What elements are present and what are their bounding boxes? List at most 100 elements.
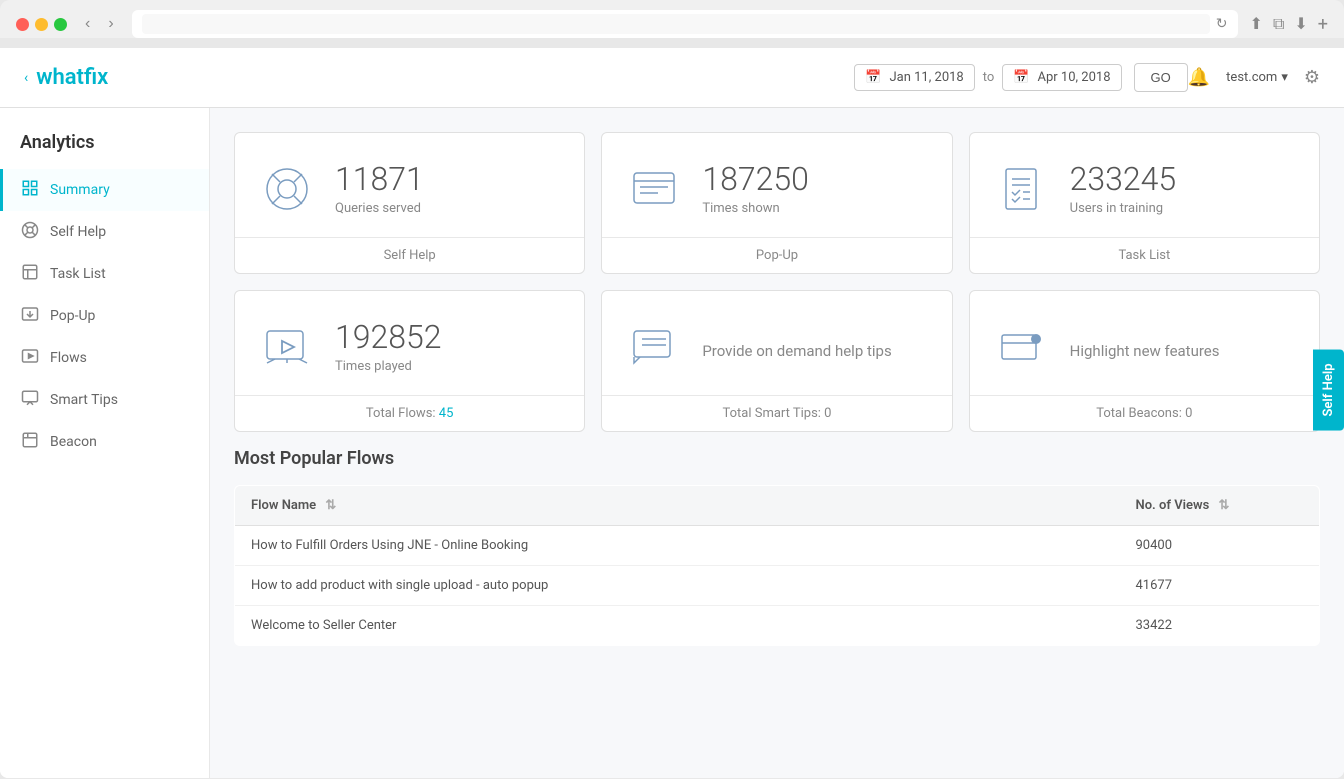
url-input[interactable] [142, 14, 1210, 34]
lifebuoy-icon [259, 161, 315, 217]
checklist-icon [994, 161, 1050, 217]
main-content: 11871 Queries served Self Help [210, 108, 1344, 778]
sidebar-item-self-help[interactable]: Self Help [0, 211, 209, 253]
date-from-input[interactable]: 📅 Jan 11, 2018 [854, 64, 974, 91]
col-views[interactable]: No. of Views ⇅ [1120, 486, 1320, 526]
browser-chrome: ‹ › ↻ ⬆ ⧉ ⬇ + [0, 0, 1344, 38]
settings-icon[interactable]: ⚙ [1304, 67, 1320, 88]
total-flows-link[interactable]: 45 [439, 406, 454, 421]
tabs-icon[interactable]: ⧉ [1273, 14, 1284, 35]
sidebar-item-beacon[interactable]: Beacon [0, 421, 209, 463]
popular-flows-title: Most Popular Flows [234, 448, 1320, 469]
stat-card-flows: 192852 Times played Total Flows: 45 [234, 290, 585, 432]
forward-button[interactable]: › [102, 11, 119, 37]
date-from-value: Jan 11, 2018 [889, 70, 963, 85]
back-button[interactable]: ‹ [79, 11, 96, 37]
stat-footer-flows: Total Flows: 45 [235, 395, 584, 431]
date-to-input[interactable]: 📅 Apr 10, 2018 [1002, 64, 1121, 91]
task-list-icon [20, 263, 40, 285]
stat-card-body-self-help: 11871 Queries served [235, 133, 584, 237]
address-bar[interactable]: ↻ [132, 10, 1238, 38]
user-dropdown-icon: ▾ [1281, 70, 1288, 85]
stat-card-body-smart-tips: Provide on demand help tips [602, 291, 951, 395]
col-flow-name[interactable]: Flow Name ⇅ [235, 486, 1120, 526]
download-icon[interactable]: ⬇ [1294, 14, 1307, 35]
stat-card-task-list: 233245 Users in training Task List [969, 132, 1320, 274]
stat-info-flows: 192852 Times played [335, 320, 560, 374]
stats-grid: 11871 Queries served Self Help [234, 132, 1320, 432]
stat-card-self-help: 11871 Queries served Self Help [234, 132, 585, 274]
flow-views-cell: 41677 [1120, 566, 1320, 606]
self-help-icon [20, 221, 40, 243]
sidebar-item-label-smart-tips: Smart Tips [50, 392, 118, 408]
sidebar-item-summary[interactable]: Summary [0, 169, 209, 211]
stat-info-task-list: 233245 Users in training [1070, 162, 1295, 216]
flow-views-cell: 90400 [1120, 526, 1320, 566]
date-separator: to [983, 70, 995, 85]
sort-views-icon[interactable]: ⇅ [1219, 498, 1230, 513]
sidebar-item-smart-tips[interactable]: Smart Tips [0, 379, 209, 421]
sidebar-item-label-popup: Pop-Up [50, 308, 95, 324]
stat-number-task-list: 233245 [1070, 162, 1295, 197]
stat-text-smart-tips: Provide on demand help tips [702, 342, 927, 360]
sidebar-item-label-beacon: Beacon [50, 434, 97, 450]
chat-icon [626, 319, 682, 375]
popup-icon [20, 305, 40, 327]
user-dropdown[interactable]: test.com ▾ [1226, 70, 1288, 85]
summary-icon [20, 179, 40, 201]
col-views-label: No. of Views [1136, 498, 1210, 513]
stat-card-beacon: Highlight new features Total Beacons: 0 [969, 290, 1320, 432]
sidebar-item-task-list[interactable]: Task List [0, 253, 209, 295]
sidebar-item-label-task-list: Task List [50, 266, 106, 282]
stat-info-smart-tips: Provide on demand help tips [702, 334, 927, 360]
stat-text-beacon: Highlight new features [1070, 342, 1295, 360]
refresh-icon[interactable]: ↻ [1216, 16, 1228, 32]
minimize-button[interactable] [35, 18, 48, 31]
close-button[interactable] [16, 18, 29, 31]
stat-card-body-task-list: 233245 Users in training [970, 133, 1319, 237]
self-help-floating-tab[interactable]: Self Help [1313, 349, 1344, 430]
window-controls [16, 18, 67, 31]
stat-label-flows: Times played [335, 359, 560, 374]
notifications-icon[interactable]: 🔔 [1188, 67, 1210, 88]
stat-info-self-help: 11871 Queries served [335, 162, 560, 216]
stat-card-popup: 187250 Times shown Pop-Up [601, 132, 952, 274]
play-icon [259, 319, 315, 375]
stat-card-body-flows: 192852 Times played [235, 291, 584, 395]
beacon-icon [20, 431, 40, 453]
go-button[interactable]: GO [1134, 63, 1188, 92]
sort-flow-name-icon[interactable]: ⇅ [325, 498, 336, 513]
table-row: Welcome to Seller Center 33422 [235, 606, 1320, 646]
stat-info-beacon: Highlight new features [1070, 334, 1295, 360]
flow-name-cell: How to Fulfill Orders Using JNE - Online… [235, 526, 1120, 566]
beacon-stat-icon [994, 319, 1050, 375]
stat-number-flows: 192852 [335, 320, 560, 355]
sidebar-title: Analytics [0, 124, 209, 169]
stat-label-task-list: Users in training [1070, 201, 1295, 216]
col-flow-name-label: Flow Name [251, 498, 316, 513]
stat-number-popup: 187250 [702, 162, 927, 197]
stat-footer-self-help: Self Help [235, 237, 584, 273]
flow-name-cell: How to add product with single upload - … [235, 566, 1120, 606]
sidebar-item-popup[interactable]: Pop-Up [0, 295, 209, 337]
stat-label-self-help: Queries served [335, 201, 560, 216]
logo-text: whatfix [36, 65, 108, 90]
sidebar-item-label-summary: Summary [50, 182, 110, 198]
stat-footer-beacon: Total Beacons: 0 [970, 395, 1319, 431]
add-tab-icon[interactable]: + [1318, 14, 1328, 35]
header-right: 🔔 test.com ▾ ⚙ [1188, 67, 1320, 88]
browser-navigation: ‹ › [79, 11, 120, 37]
smart-tips-icon [20, 389, 40, 411]
user-label: test.com [1226, 70, 1277, 85]
stat-number-self-help: 11871 [335, 162, 560, 197]
sidebar-item-flows[interactable]: Flows [0, 337, 209, 379]
stat-footer-popup: Pop-Up [602, 237, 951, 273]
stat-card-body-beacon: Highlight new features [970, 291, 1319, 395]
maximize-button[interactable] [54, 18, 67, 31]
share-icon[interactable]: ⬆ [1250, 14, 1263, 35]
main-layout: Analytics Summary Self Help Task List [0, 108, 1344, 778]
calendar-from-icon: 📅 [865, 70, 881, 85]
total-flows-prefix: Total Flows: [366, 406, 439, 421]
popular-flows-table: Flow Name ⇅ No. of Views ⇅ How to Fulfil… [234, 485, 1320, 646]
stat-footer-smart-tips: Total Smart Tips: 0 [602, 395, 951, 431]
